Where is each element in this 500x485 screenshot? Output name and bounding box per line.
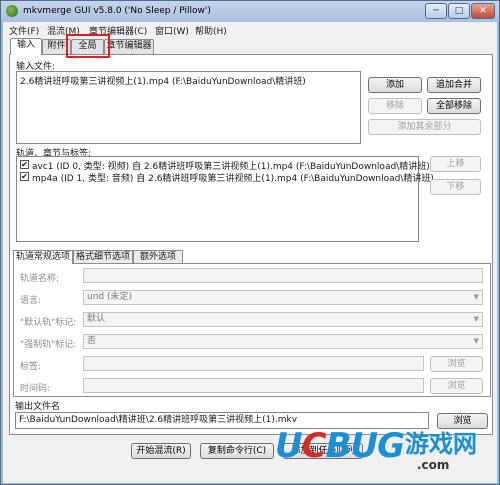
watermark: UCBUG 游戏网 .com — [275, 422, 495, 478]
menu-file[interactable]: 文件(F) — [9, 24, 39, 37]
language-value: und (未定) — [87, 292, 133, 302]
add-button[interactable]: 添加 — [368, 77, 422, 93]
timecodes-browse-button[interactable]: 浏览 — [430, 378, 483, 394]
input-file-item[interactable]: 2.6精讲班呼吸第三讲视频上(1).mp4 (F:\BaiduYunDownlo… — [20, 74, 306, 87]
track-options-panel: 轨道名称: 语言: und (未定) ▼ "默认轨"标记: 默认 ▼ "强制轨"… — [13, 263, 491, 397]
forced-flag-value: 否 — [87, 336, 97, 346]
title-bar: mkvmerge GUI v5.8.0 ('No Sleep / Pillow'… — [1, 1, 499, 22]
language-label: 语言: — [20, 296, 42, 306]
forced-flag-select[interactable]: 否 ▼ — [83, 334, 483, 349]
watermark-logo: UCBUG — [275, 426, 405, 466]
chevron-down-icon: ▼ — [473, 315, 479, 323]
append-button[interactable]: 追加合并 — [427, 77, 481, 93]
start-mux-button[interactable]: 开始混流(R) — [131, 443, 191, 459]
track-checkbox[interactable]: ✔ — [20, 160, 29, 169]
watermark-cn: 游戏网 — [405, 430, 477, 458]
default-flag-value: 默认 — [87, 314, 106, 324]
timecodes-label: 时间码: — [20, 384, 51, 394]
track-options-group: 轨道常规选项 格式细节选项 额外选项 轨道名称: 语言: und (未定) ▼ … — [13, 250, 491, 398]
track-name-field[interactable] — [83, 268, 483, 283]
highlight-box — [66, 34, 110, 58]
input-files-list[interactable]: 2.6精讲班呼吸第三讲视频上(1).mp4 (F:\BaiduYunDownlo… — [16, 71, 361, 144]
tags-field[interactable] — [83, 356, 424, 371]
subtab-extra[interactable]: 额外选项 — [133, 250, 183, 264]
default-flag-select[interactable]: 默认 ▼ — [83, 312, 483, 327]
subtab-format[interactable]: 格式细节选项 — [73, 250, 133, 264]
move-down-button[interactable]: 下移 — [430, 179, 481, 195]
close-button[interactable]: ✕ — [471, 3, 495, 19]
input-tab-panel: 输入文件: 2.6精讲班呼吸第三讲视频上(1).mp4 (F:\BaiduYun… — [9, 54, 493, 435]
copy-cmdline-button[interactable]: 复制命令行(C) — [200, 443, 274, 459]
track-name-label: 轨道名称: — [20, 274, 60, 284]
chevron-down-icon: ▼ — [473, 293, 479, 301]
track-checkbox[interactable]: ✔ — [20, 172, 29, 181]
maximize-button[interactable]: □ — [448, 3, 470, 19]
subtab-general[interactable]: 轨道常规选项 — [13, 250, 73, 264]
tab-chapter-editor[interactable]: 章节编辑器 — [104, 39, 154, 54]
window-title: mkvmerge GUI v5.8.0 ('No Sleep / Pillow'… — [23, 6, 211, 16]
watermark-url: .com — [417, 458, 450, 472]
menu-help[interactable]: 帮助(H) — [195, 24, 227, 37]
timecodes-field[interactable] — [83, 378, 424, 393]
app-icon — [6, 5, 18, 17]
add-extra-button[interactable]: 添加其余部分 — [368, 119, 481, 135]
chevron-down-icon: ▼ — [473, 337, 479, 345]
remove-all-button[interactable]: 全部移除 — [427, 98, 481, 114]
language-select[interactable]: und (未定) ▼ — [83, 290, 483, 305]
tags-label: 标签: — [20, 362, 42, 372]
track-item-audio[interactable]: mp4a (ID 1, 类型: 音频) 自 2.6精讲班呼吸第三讲视频上(1).… — [32, 171, 434, 184]
client-area: 输入 附件 全局 章节编辑器 输入文件: 2.6精讲班呼吸第三讲视频上(1).m… — [3, 34, 497, 483]
tracks-list[interactable]: ✔ avc1 (ID 0, 类型: 视频) 自 2.6精讲班呼吸第三讲视频上(1… — [16, 156, 434, 242]
forced-flag-label: "强制轨"标记: — [20, 340, 77, 350]
app-window: mkvmerge GUI v5.8.0 ('No Sleep / Pillow'… — [0, 0, 500, 485]
minimize-button[interactable]: ─ — [425, 3, 447, 19]
menu-window[interactable]: 窗口(W) — [155, 24, 189, 37]
move-up-button[interactable]: 上移 — [430, 156, 481, 172]
remove-button[interactable]: 移除 — [368, 98, 422, 114]
tab-input[interactable]: 输入 — [10, 38, 42, 55]
default-flag-label: "默认轨"标记: — [20, 318, 77, 328]
tags-browse-button[interactable]: 浏览 — [430, 356, 483, 372]
output-filename-label: 输出文件名 — [15, 402, 61, 412]
